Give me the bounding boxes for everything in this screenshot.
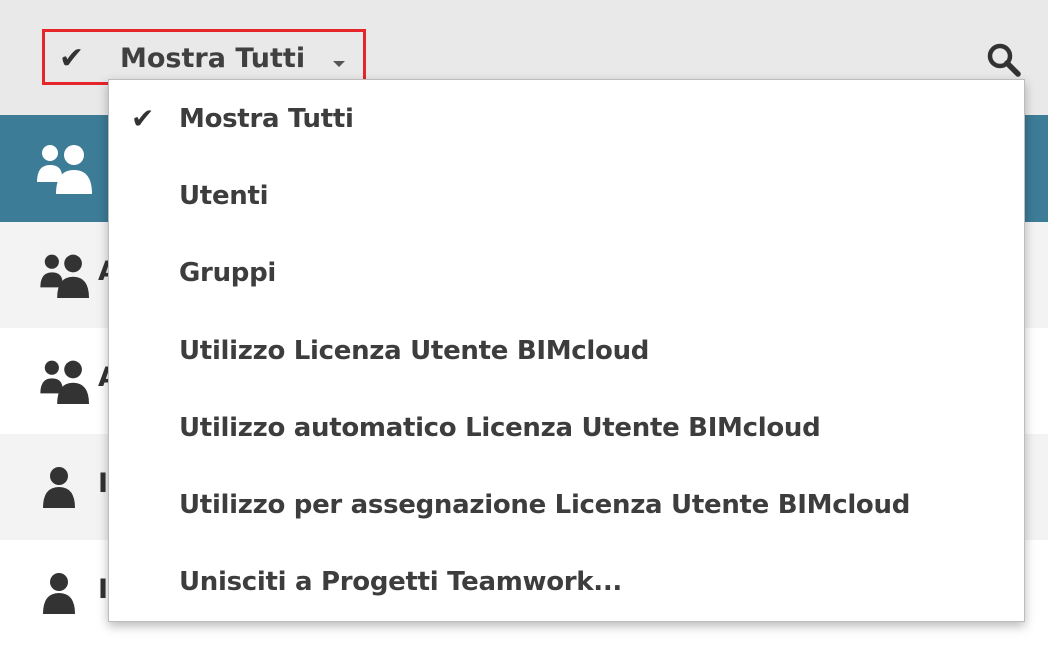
menu-item-label: Mostra Tutti (179, 104, 354, 134)
menu-item-utenti[interactable]: Utenti (109, 163, 1024, 233)
menu-item-label: Gruppi (179, 258, 277, 288)
filter-dropdown-button[interactable]: ✔ Mostra Tutti (42, 29, 366, 85)
menu-item-label: Utenti (179, 181, 269, 211)
group-icon (40, 360, 89, 404)
menu-item-licenza-assegnazione[interactable]: Utilizzo per assegnazione Licenza Utente… (109, 472, 1024, 542)
group-icon (37, 145, 92, 194)
check-icon: ✔ (59, 41, 85, 76)
menu-item-unisciti-progetti[interactable]: Unisciti a Progetti Teamwork... (109, 549, 1024, 619)
list-item-label: I (98, 574, 109, 605)
filter-label: Mostra Tutti (120, 43, 306, 74)
menu-item-label: Unisciti a Progetti Teamwork... (179, 567, 623, 597)
menu-item-label: Utilizzo automatico Licenza Utente BIMcl… (179, 413, 821, 443)
menu-item-licenza-utente[interactable]: Utilizzo Licenza Utente BIMcloud (109, 318, 1024, 388)
user-icon (43, 467, 75, 508)
chevron-down-icon (333, 61, 345, 67)
menu-item-label: Utilizzo per assegnazione Licenza Utente… (179, 490, 911, 520)
menu-item-gruppi[interactable]: Gruppi (109, 240, 1024, 310)
menu-item-licenza-automatico[interactable]: Utilizzo automatico Licenza Utente BIMcl… (109, 395, 1024, 465)
user-icon (43, 573, 75, 614)
search-icon[interactable] (985, 41, 1023, 79)
menu-item-label: Utilizzo Licenza Utente BIMcloud (179, 336, 650, 366)
filter-dropdown-menu: ✔ Mostra Tutti Utenti Gruppi Utilizzo Li… (108, 79, 1025, 622)
list-item-label: I (98, 468, 109, 499)
menu-item-mostra-tutti[interactable]: ✔ Mostra Tutti (109, 86, 1024, 156)
group-icon (40, 254, 89, 298)
check-icon: ✔ (131, 102, 155, 135)
